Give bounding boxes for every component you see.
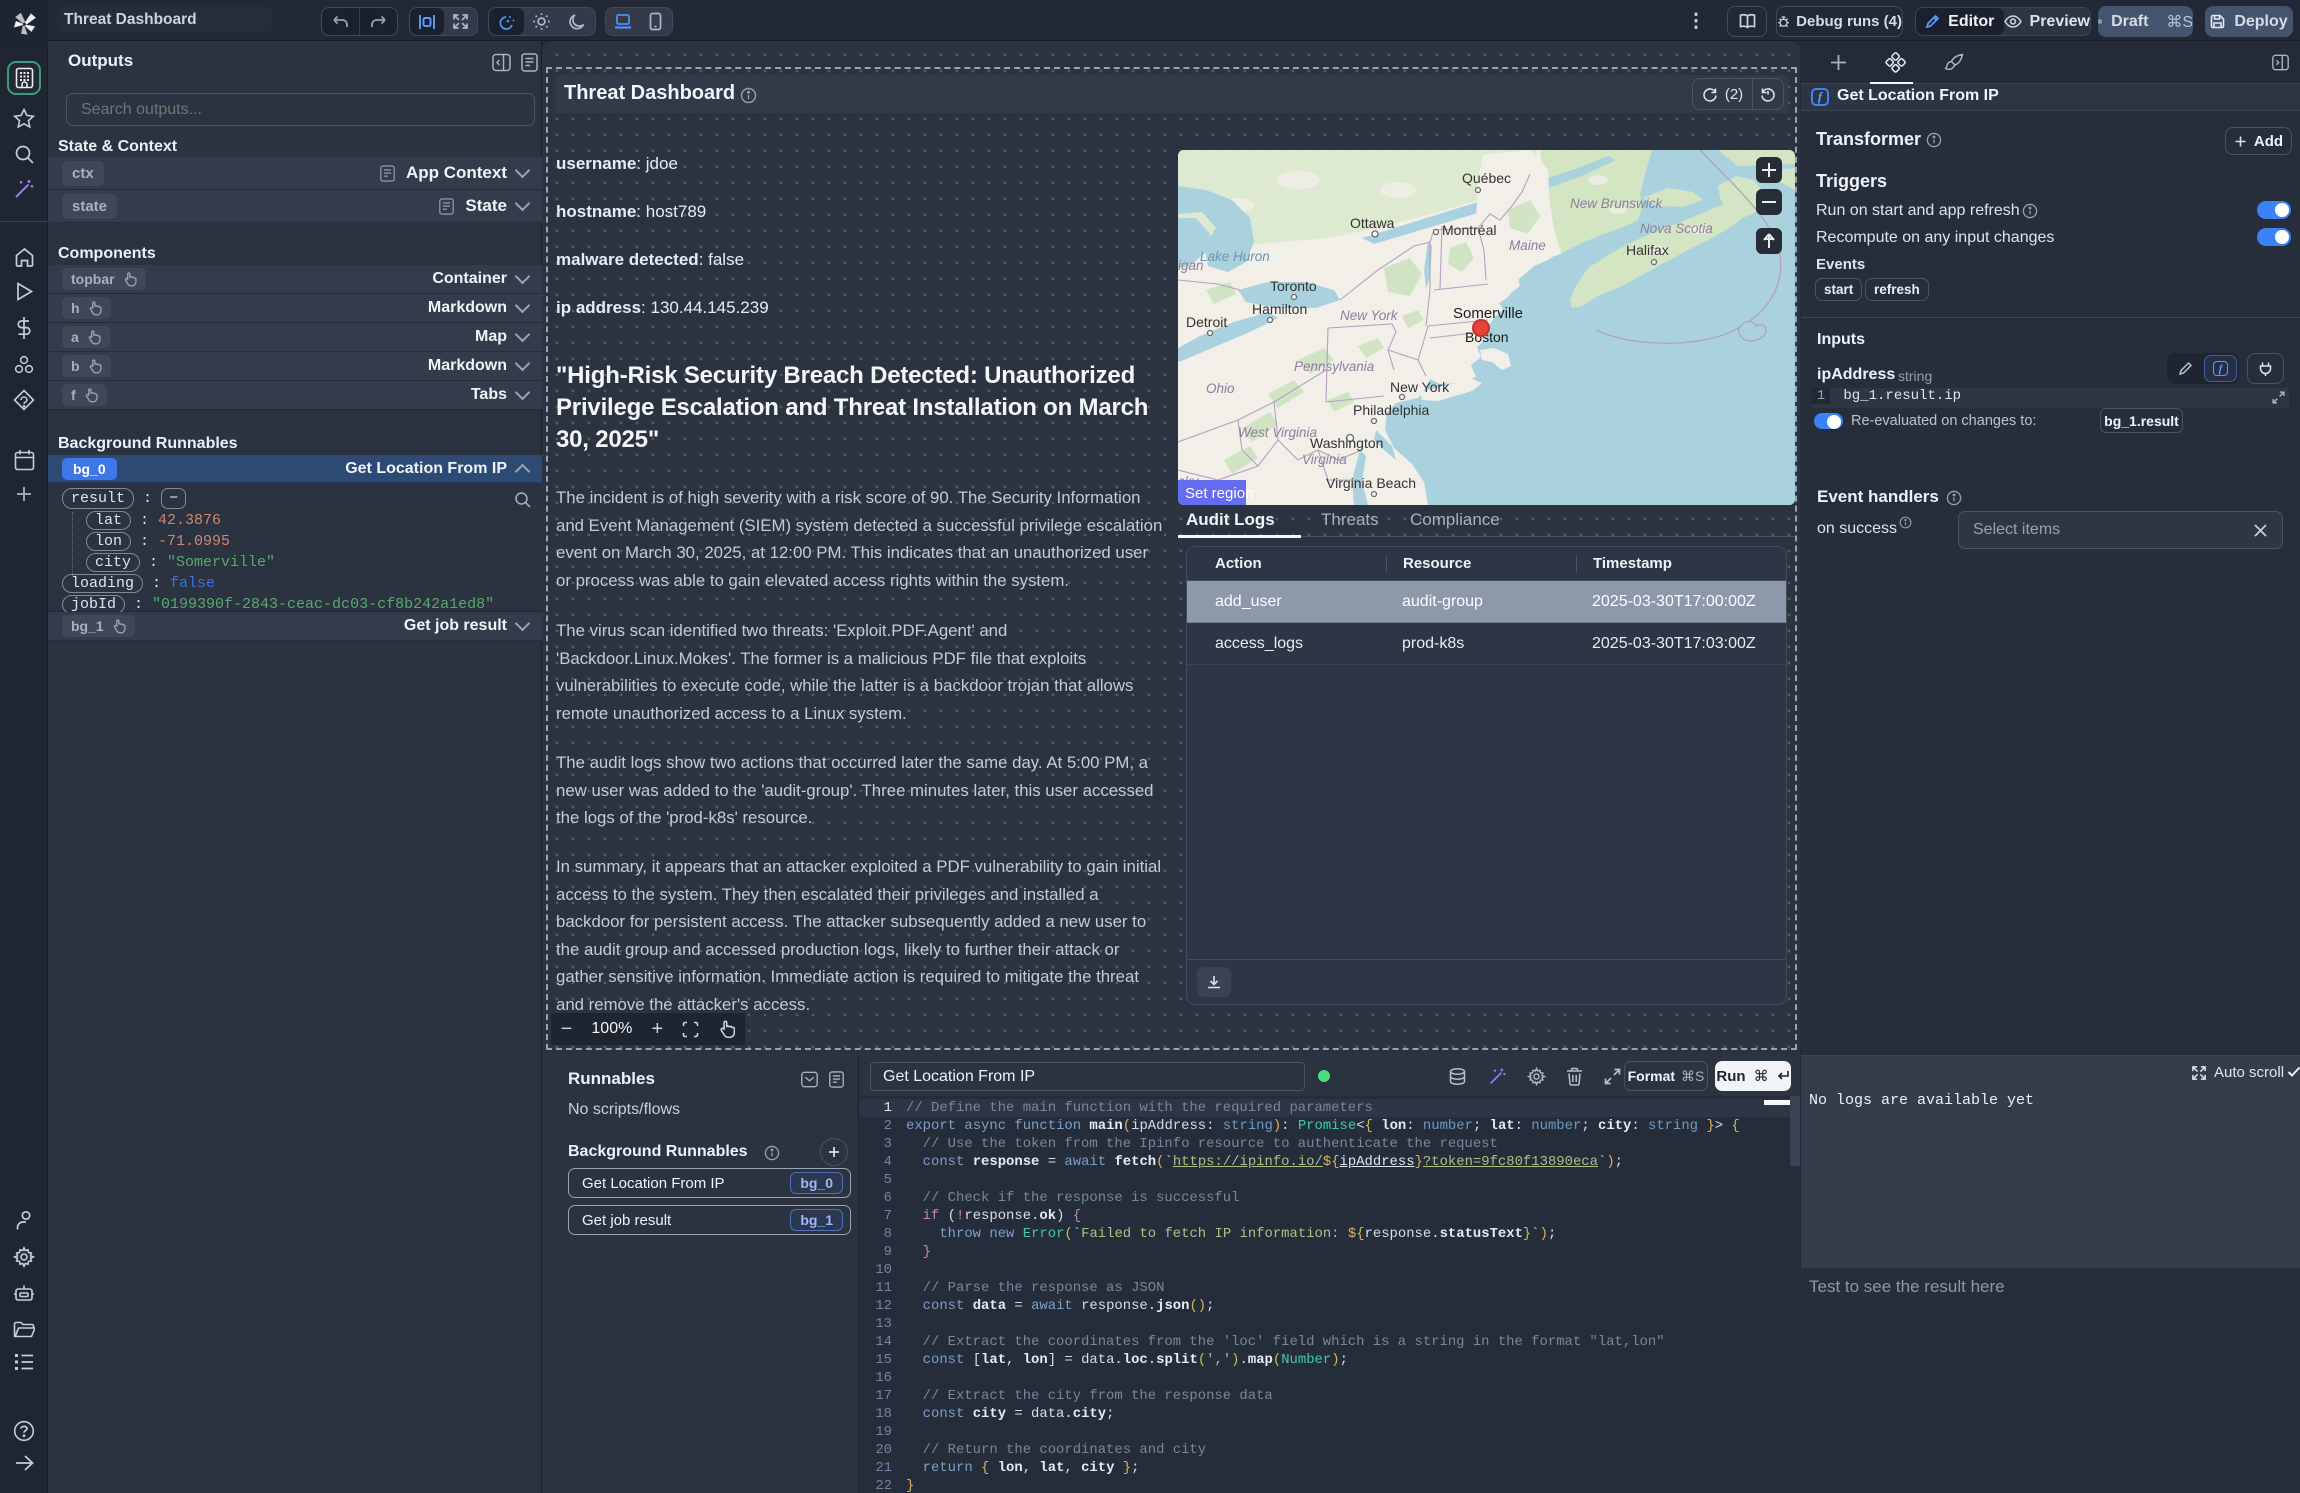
svg-text:Hamilton: Hamilton (1252, 301, 1307, 317)
svg-text:Detroit: Detroit (1186, 314, 1227, 330)
svg-text:Washington: Washington (1310, 435, 1383, 451)
svg-text:West Virginia: West Virginia (1238, 425, 1318, 440)
svg-text:New Brunswick: New Brunswick (1570, 196, 1664, 211)
svg-text:Maine: Maine (1509, 238, 1546, 253)
svg-text:Québec: Québec (1462, 170, 1511, 186)
svg-text:Nova Scotia: Nova Scotia (1640, 221, 1713, 236)
svg-text:Ohio: Ohio (1206, 381, 1235, 396)
svg-text:Halifax: Halifax (1626, 242, 1669, 258)
svg-text:Somerville: Somerville (1453, 305, 1523, 322)
svg-text:New York: New York (1390, 379, 1450, 395)
svg-text:Pennsylvania: Pennsylvania (1294, 359, 1375, 374)
svg-text:Lake Huron: Lake Huron (1200, 249, 1270, 264)
svg-text:Toronto: Toronto (1270, 278, 1317, 294)
svg-text:Ottawa: Ottawa (1350, 215, 1395, 231)
svg-text:Virginia: Virginia (1302, 452, 1347, 467)
svg-text:New York: New York (1340, 308, 1399, 323)
svg-text:Virginia Beach: Virginia Beach (1326, 475, 1416, 491)
svg-text:Philadelphia: Philadelphia (1353, 402, 1429, 418)
svg-text:Montréal: Montréal (1442, 222, 1496, 238)
